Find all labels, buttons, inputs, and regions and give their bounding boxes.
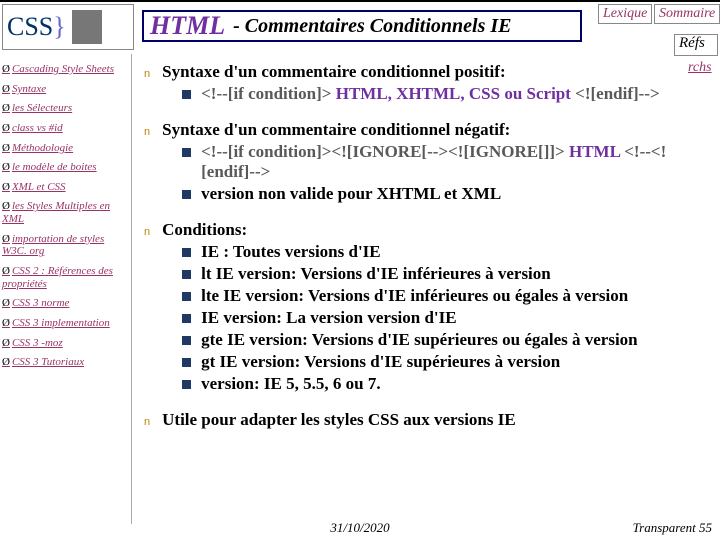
html5-shield-icon bbox=[72, 10, 102, 44]
sidebar-item[interactable]: ØCSS 3 Tutoriaux bbox=[2, 356, 129, 369]
sidebar: ØCascading Style Sheets ØSyntaxe Øles Sé… bbox=[0, 54, 132, 524]
square-bullet-icon bbox=[182, 336, 191, 345]
content: n Syntaxe d'un commentaire conditionnel … bbox=[140, 62, 700, 444]
sidebar-item[interactable]: ØCSS 3 norme bbox=[2, 297, 129, 310]
section-positive: n Syntaxe d'un commentaire conditionnel … bbox=[140, 62, 700, 106]
list-item: version: IE 5, 5.5, 6 ou 7. bbox=[182, 374, 700, 394]
list-item: lt IE version: Versions d'IE inférieures… bbox=[182, 264, 700, 284]
sidebar-item[interactable]: ØCSS 3 -moz bbox=[2, 337, 129, 350]
heading: Syntaxe d'un commentaire conditionnel né… bbox=[162, 120, 700, 140]
logo-css-text: CSS} bbox=[7, 12, 66, 42]
square-bullet-icon bbox=[182, 270, 191, 279]
list-item: IE : Toutes versions d'IE bbox=[182, 242, 700, 262]
square-bullet-icon bbox=[182, 248, 191, 257]
footer-page: Transparent 55 bbox=[633, 520, 712, 536]
list-item: lte IE version: Versions d'IE inférieure… bbox=[182, 286, 700, 306]
footer-date: 31/10/2020 bbox=[330, 520, 389, 536]
sidebar-item[interactable]: ØCSS 3 implementation bbox=[2, 317, 129, 330]
list-item: gte IE version: Versions d'IE supérieure… bbox=[182, 330, 700, 350]
section-conclusion: n Utile pour adapter les styles CSS aux … bbox=[140, 410, 700, 430]
sidebar-item[interactable]: ØMéthodologie bbox=[2, 142, 129, 155]
title-subtitle: - Commentaires Conditionnels IE bbox=[233, 15, 511, 38]
list-item: IE version: La version version d'IE bbox=[182, 308, 700, 328]
sidebar-item[interactable]: Øimportation de styles W3C. org bbox=[2, 233, 129, 258]
link-lexique[interactable]: Lexique bbox=[598, 4, 652, 24]
square-bullet-icon bbox=[182, 380, 191, 389]
square-bullet-icon bbox=[182, 90, 191, 99]
list-item: gt IE version: Versions d'IE supérieures… bbox=[182, 352, 700, 372]
square-bullet-icon bbox=[182, 148, 191, 157]
heading: Syntaxe d'un commentaire conditionnel po… bbox=[162, 62, 700, 82]
sidebar-item[interactable]: ØXML et CSS bbox=[2, 181, 129, 194]
list-item: <!--[if condition]> HTML, XHTML, CSS ou … bbox=[182, 84, 700, 104]
sidebar-item[interactable]: ØCSS 2 : Références des propriétés bbox=[2, 265, 129, 290]
bullet-icon: n bbox=[144, 416, 150, 430]
list-item: <!--[if condition]><![IGNORE[--><![IGNOR… bbox=[182, 142, 700, 182]
square-bullet-icon bbox=[182, 314, 191, 323]
sidebar-item[interactable]: Øles Styles Multiples en XML bbox=[2, 200, 129, 225]
sidebar-item[interactable]: Øle modèle de boites bbox=[2, 161, 129, 174]
section-conditions: n Conditions: IE : Toutes versions d'IE … bbox=[140, 220, 700, 396]
title-bar: HTML - Commentaires Conditionnels IE bbox=[142, 10, 582, 42]
square-bullet-icon bbox=[182, 292, 191, 301]
sidebar-item[interactable]: ØSyntaxe bbox=[2, 83, 129, 96]
title-html: HTML bbox=[150, 11, 225, 41]
bullet-icon: n bbox=[144, 68, 150, 106]
refs-box: Réfs bbox=[674, 34, 718, 56]
sidebar-item[interactable]: ØCascading Style Sheets bbox=[2, 63, 129, 76]
sidebar-item[interactable]: Øles Sélecteurs bbox=[2, 102, 129, 115]
heading: Utile pour adapter les styles CSS aux ve… bbox=[162, 410, 700, 430]
heading: Conditions: bbox=[162, 220, 700, 240]
bullet-icon: n bbox=[144, 226, 150, 396]
link-sommaire[interactable]: Sommaire bbox=[654, 4, 720, 24]
square-bullet-icon bbox=[182, 358, 191, 367]
section-negative: n Syntaxe d'un commentaire conditionnel … bbox=[140, 120, 700, 206]
square-bullet-icon bbox=[182, 190, 191, 199]
logo-box: CSS} bbox=[2, 4, 134, 50]
bullet-icon: n bbox=[144, 126, 150, 206]
list-item: version non valide pour XHTML et XML bbox=[182, 184, 700, 204]
sidebar-item[interactable]: Øclass vs #id bbox=[2, 122, 129, 135]
